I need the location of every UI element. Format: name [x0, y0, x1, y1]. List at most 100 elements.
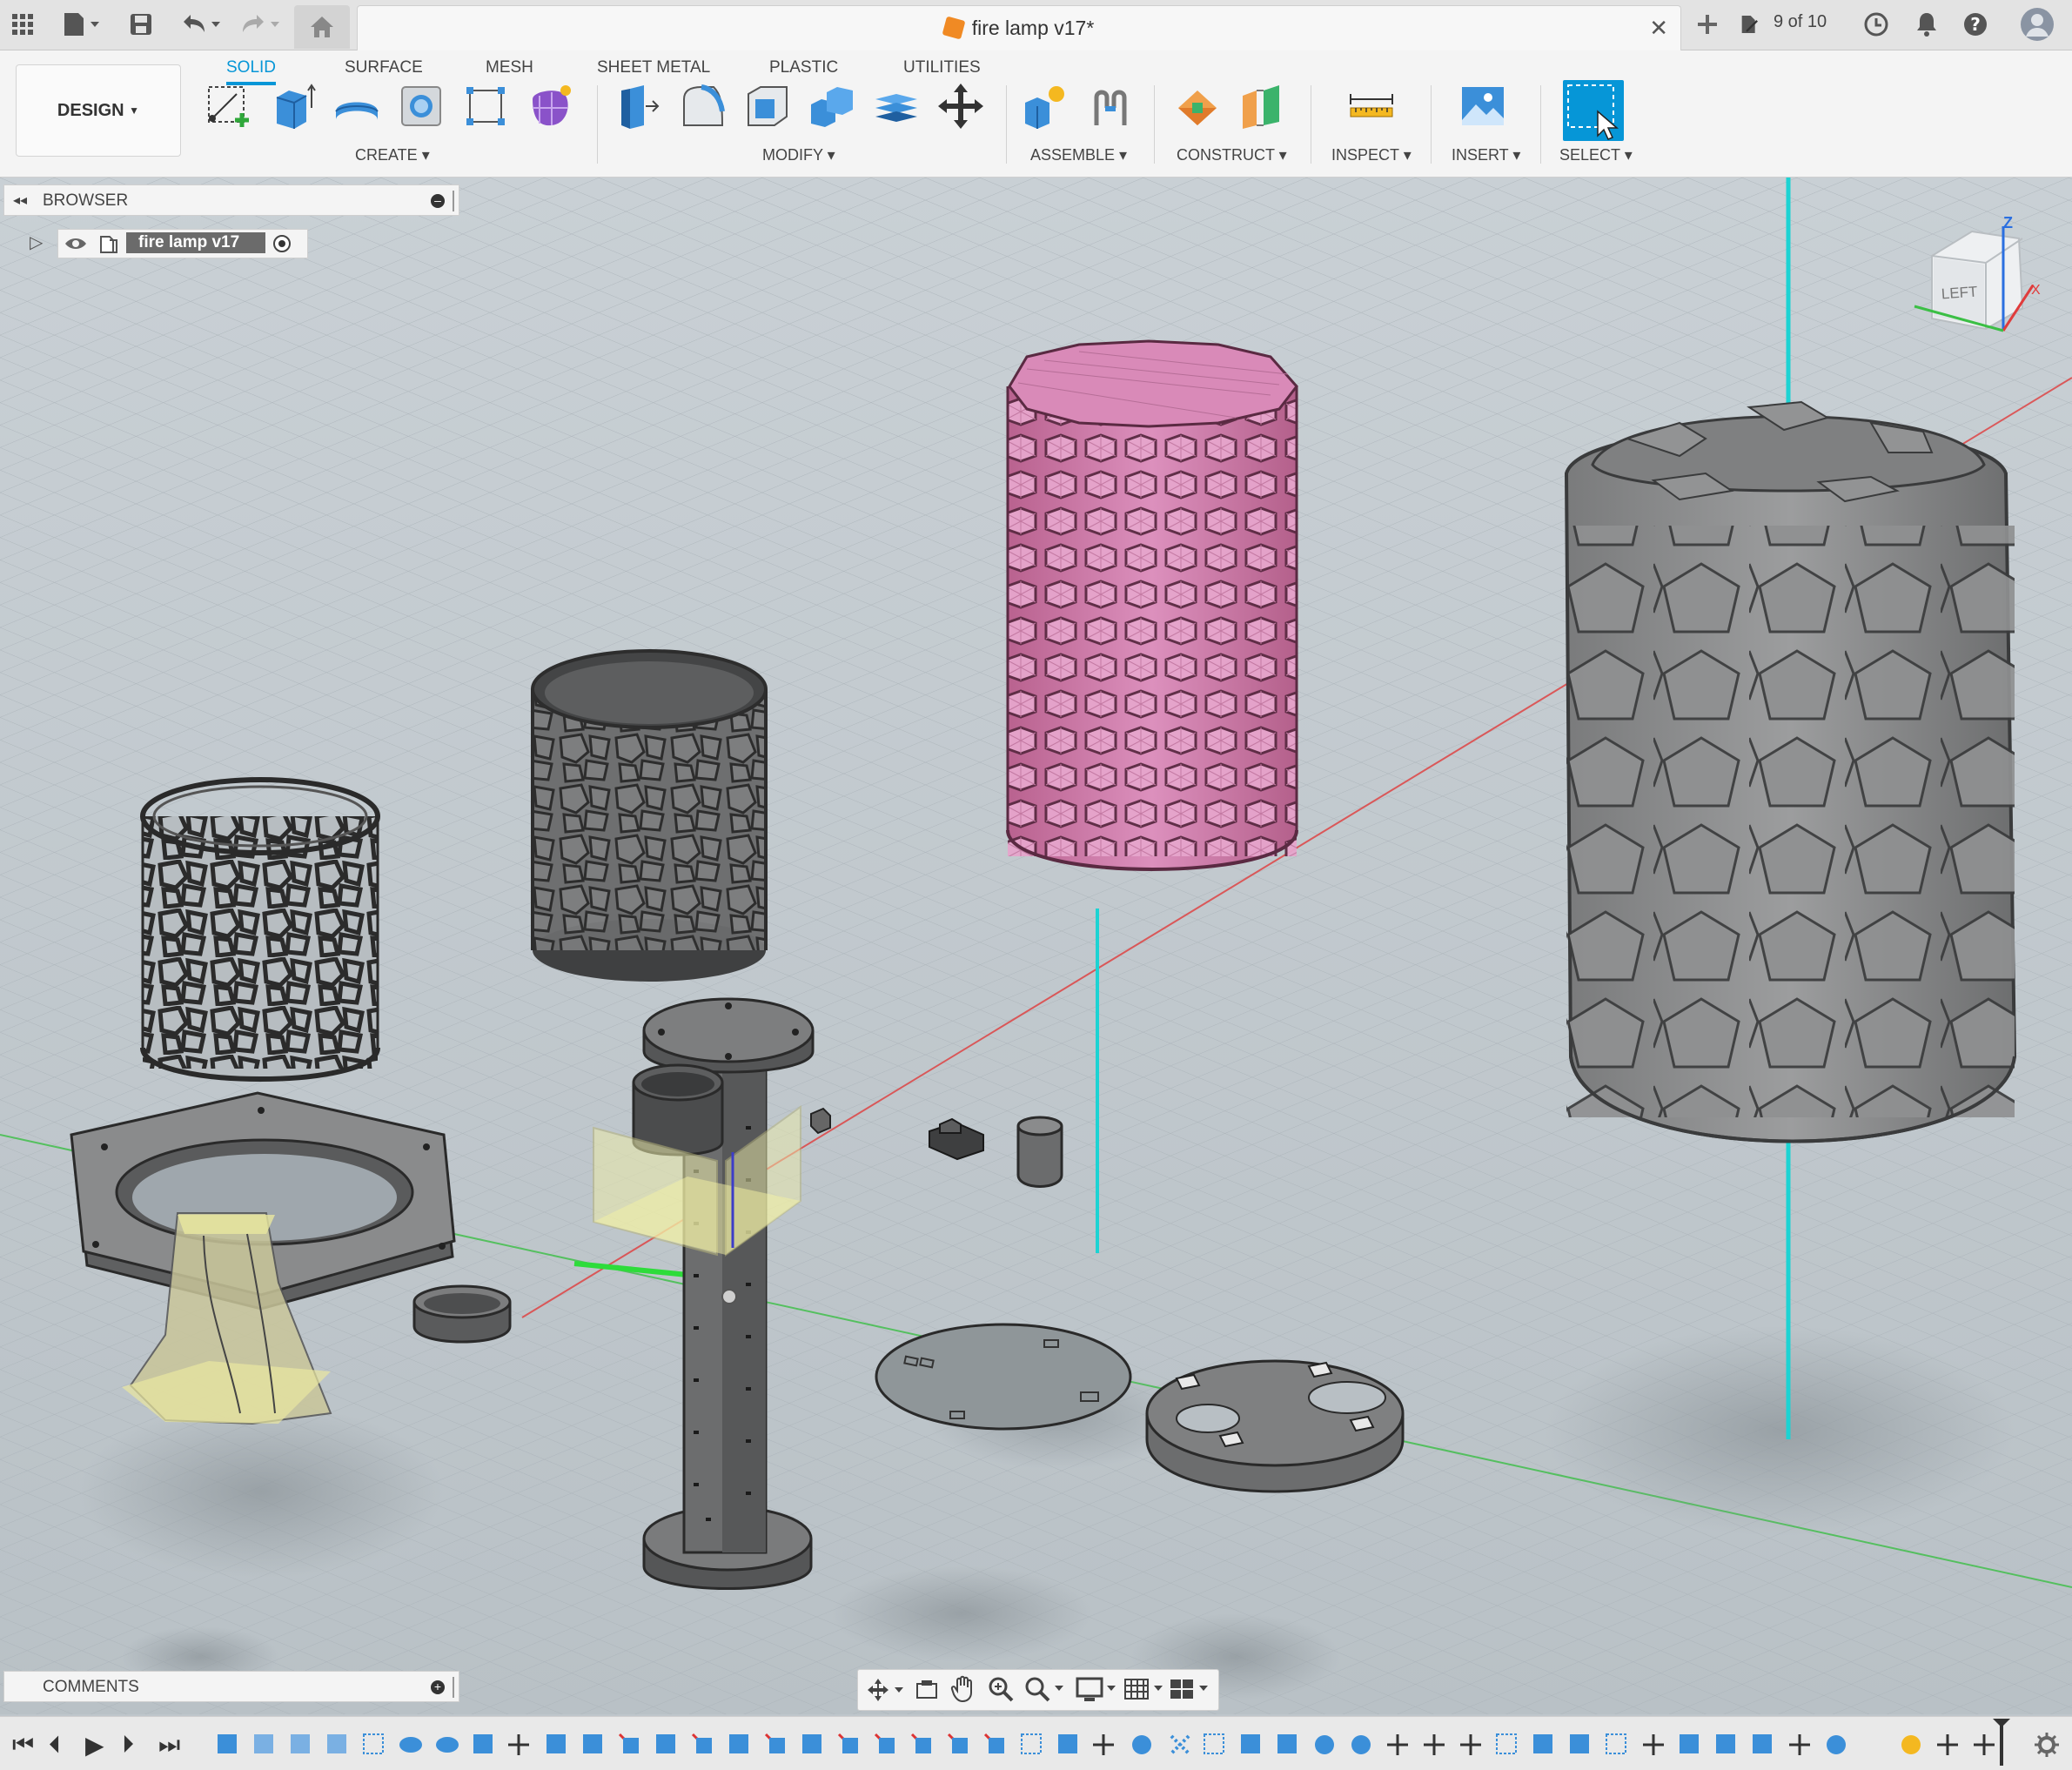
insert-image-icon[interactable] [1458, 82, 1507, 131]
save-icon[interactable] [124, 7, 158, 42]
shell-icon[interactable] [743, 82, 792, 131]
new-tab-icon[interactable] [1690, 7, 1725, 42]
tab-surface[interactable]: SURFACE [345, 54, 423, 82]
small-part-cube[interactable] [810, 1107, 831, 1135]
user-avatar-icon[interactable] [2015, 7, 2059, 42]
honeycomb-shade-selected[interactable] [1006, 339, 1298, 871]
pentagon-shade-body[interactable] [1564, 400, 2017, 1143]
hole-icon[interactable] [397, 82, 446, 131]
offset-face-icon[interactable] [872, 82, 921, 131]
combine-icon[interactable] [808, 82, 856, 131]
flat-disc-plate[interactable] [875, 1323, 1132, 1431]
new-component-icon[interactable] [1022, 82, 1070, 131]
viewport-scene[interactable]: LEFT Z X [0, 178, 2072, 1714]
go-to-start-icon[interactable]: ⏮ [12, 1731, 34, 1760]
group-select-label[interactable]: SELECT ▾ [1559, 146, 1633, 164]
grid-settings-icon[interactable] [1123, 1675, 1166, 1703]
job-status-icon[interactable] [1740, 7, 1758, 42]
axis-z-label: Z [2003, 214, 2013, 231]
redo-icon[interactable] [233, 7, 285, 42]
tab-solid[interactable]: SOLID [226, 54, 277, 85]
group-inspect-label[interactable]: INSPECT ▾ [1331, 146, 1412, 164]
timeline-settings-gear-icon[interactable] [2033, 1731, 2061, 1759]
workspace-label: DESIGN [57, 100, 124, 120]
browser-root-label: fire lamp v17 [126, 232, 265, 253]
fillet-icon[interactable] [679, 82, 728, 131]
group-modify-label[interactable]: MODIFY ▾ [762, 146, 835, 164]
add-comment-icon[interactable]: + [431, 1680, 445, 1694]
small-ring-part[interactable] [412, 1284, 512, 1344]
document-tab[interactable]: fire lamp v17* ✕ [357, 5, 1681, 50]
home-tab[interactable] [294, 5, 350, 49]
revolve-icon[interactable] [332, 82, 381, 131]
browser-panel-header[interactable]: ◂◂ BROWSER – [3, 184, 459, 216]
measure-icon[interactable] [1347, 82, 1396, 131]
tab-mesh[interactable]: MESH [486, 54, 533, 82]
app-grid-icon[interactable] [7, 7, 38, 42]
timeline-bar: ⏮ ⏴ ▶ ⏵ ⏭ [0, 1716, 2072, 1770]
extrude-icon[interactable] [268, 82, 317, 131]
tab-sheet-metal[interactable]: SHEET METAL [597, 54, 710, 82]
create-form-icon[interactable] [526, 82, 574, 131]
axis-x-label: X [2031, 283, 2041, 298]
offset-plane-icon[interactable] [1173, 82, 1222, 131]
group-assemble-label[interactable]: ASSEMBLE ▾ [1030, 146, 1127, 164]
pan-hand-icon[interactable] [950, 1675, 976, 1703]
expand-triangle-icon[interactable]: ▷ [30, 231, 43, 253]
close-tab-icon[interactable]: ✕ [1649, 15, 1668, 42]
visibility-eye-icon[interactable] [64, 235, 88, 252]
viewports-icon[interactable] [1168, 1675, 1211, 1703]
toolbar-divider [1431, 85, 1432, 164]
notification-bell-icon[interactable] [1909, 7, 1944, 42]
group-construct-label[interactable]: CONSTRUCT ▾ [1177, 146, 1287, 164]
collapse-minus-icon[interactable]: – [431, 194, 445, 208]
help-icon[interactable]: ? [1958, 7, 1993, 42]
go-to-end-icon[interactable]: ⏭ [158, 1731, 180, 1760]
timeline-feature-icons[interactable] [218, 1733, 1995, 1755]
ribbon-toolbar: DESIGN ▼ SOLID SURFACE MESH SHEET METAL … [0, 50, 2072, 178]
step-back-icon[interactable]: ⏴ [49, 1731, 61, 1760]
job-status-text[interactable]: 9 of 10 [1774, 12, 1827, 32]
create-sketch-icon[interactable] [204, 82, 252, 131]
look-at-icon[interactable] [914, 1677, 940, 1703]
move-copy-icon[interactable] [936, 82, 985, 131]
joint-icon[interactable] [1086, 82, 1135, 131]
browser-root-item[interactable]: fire lamp v17 [57, 229, 308, 258]
base-with-holes[interactable] [1145, 1359, 1405, 1493]
undo-icon[interactable] [174, 7, 226, 42]
press-pull-icon[interactable] [614, 82, 663, 131]
workspace-switcher[interactable]: DESIGN ▼ [16, 64, 181, 157]
zoom-icon[interactable] [987, 1675, 1015, 1703]
plane-at-angle-icon[interactable] [1237, 82, 1286, 131]
collapse-panel-icon[interactable]: ◂◂ [13, 185, 27, 217]
file-menu-icon[interactable] [57, 7, 106, 42]
timeline-marker[interactable] [2000, 1722, 2003, 1766]
tab-utilities[interactable]: UTILITIES [903, 54, 981, 82]
panel-grip-icon[interactable] [453, 1677, 457, 1698]
comments-title: COMMENTS [43, 1678, 139, 1696]
timeline-features[interactable] [214, 1729, 1998, 1760]
panel-grip-icon[interactable] [453, 191, 457, 211]
display-settings-icon[interactable] [1076, 1675, 1119, 1703]
small-cylinder-part[interactable] [1016, 1116, 1063, 1188]
timeline-marker-handle[interactable] [1993, 1719, 2010, 1727]
group-create-label[interactable]: CREATE ▾ [355, 146, 430, 164]
select-icon[interactable] [1563, 80, 1624, 141]
comments-panel-header[interactable]: COMMENTS + [3, 1671, 459, 1702]
viewport-canvas[interactable]: LEFT Z X [0, 178, 2072, 1714]
step-forward-icon[interactable]: ⏵ [122, 1731, 134, 1760]
svg-text:?: ? [1970, 14, 1981, 35]
voronoi-shade-solid[interactable] [531, 649, 768, 982]
tab-plastic[interactable]: PLASTIC [769, 54, 838, 82]
document-component-icon [100, 236, 117, 253]
group-insert-label[interactable]: INSERT ▾ [1452, 146, 1520, 164]
toolbar-divider [597, 85, 598, 164]
navigation-bar [857, 1669, 1219, 1711]
activate-radio-icon[interactable] [272, 234, 292, 253]
play-icon[interactable]: ▶ [85, 1731, 104, 1760]
voronoi-shade-open[interactable] [140, 777, 380, 1082]
pattern-icon[interactable] [461, 82, 510, 131]
clock-icon[interactable] [1859, 7, 1894, 42]
fit-zoom-icon[interactable] [1023, 1675, 1067, 1703]
orbit-icon[interactable] [865, 1677, 909, 1703]
